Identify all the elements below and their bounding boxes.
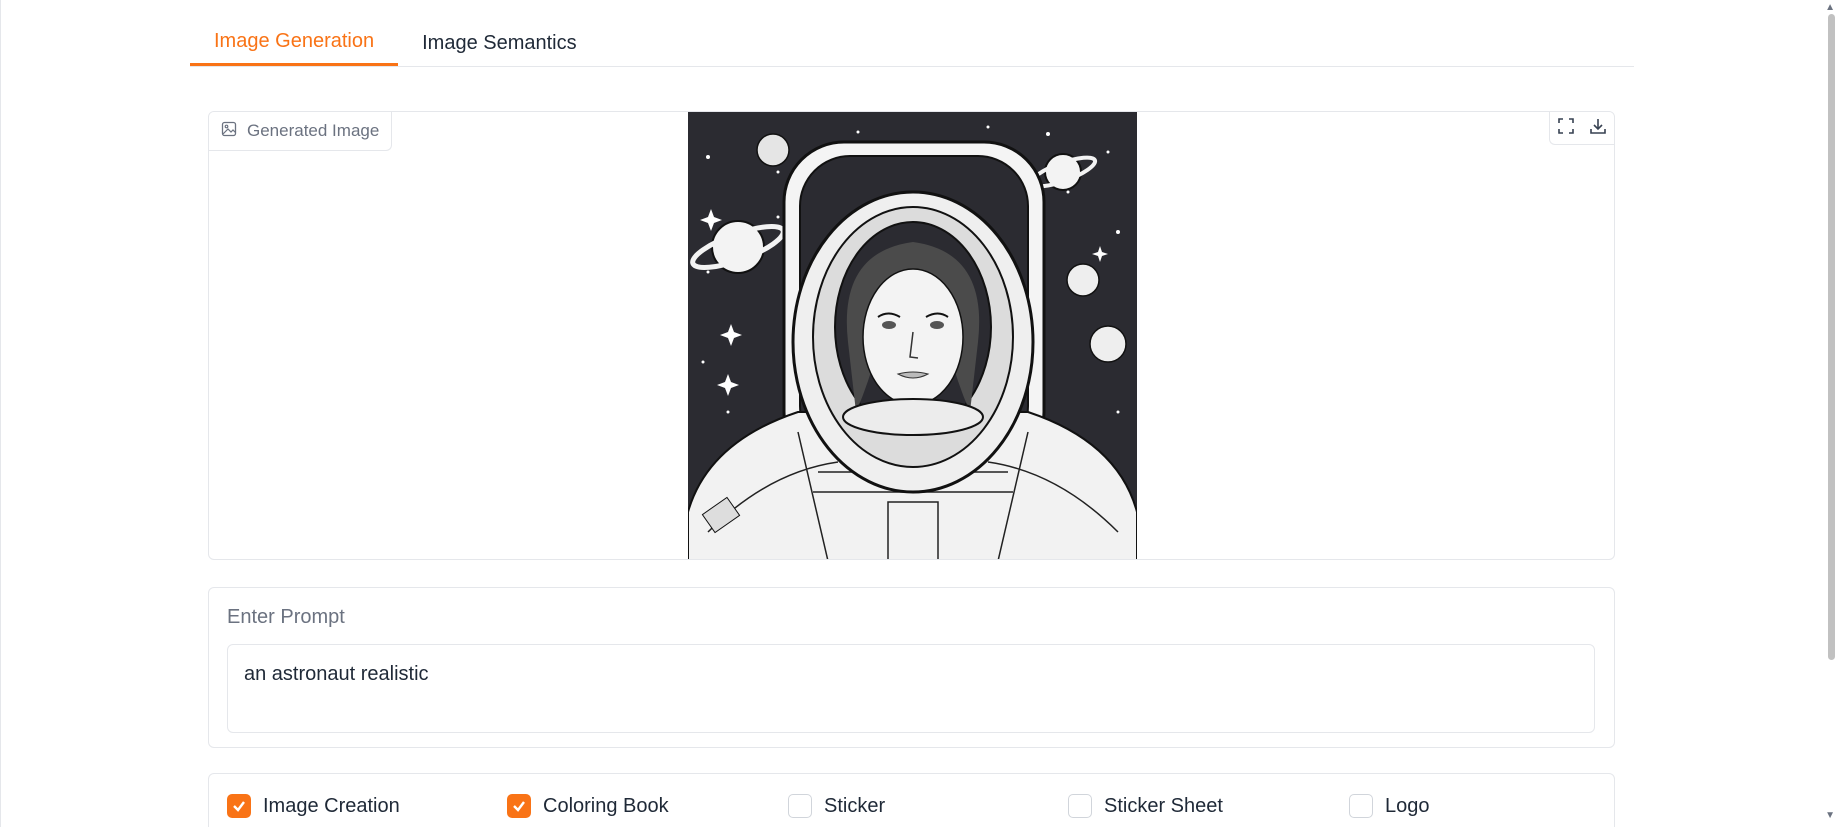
option-label: Sticker [824,794,886,817]
option-image-creation[interactable]: Image Creation [227,792,400,820]
checkbox-sticker[interactable] [788,794,812,818]
left-divider [0,0,1,827]
tab-image-generation[interactable]: Image Generation [190,20,399,66]
app-page: Image Generation Image Semantics Generat… [0,0,1839,827]
image-toolbar [1549,112,1614,145]
option-label: Image Creation [263,794,400,817]
prompt-panel: Enter Prompt [208,587,1615,748]
scroll-down-icon[interactable]: ▼ [1825,810,1835,821]
check-icon [513,801,525,812]
checkbox-coloring-book[interactable] [507,794,531,818]
option-sticker[interactable]: Sticker [788,792,885,820]
checkbox-sticker-sheet[interactable] [1068,794,1092,818]
option-sticker-sheet[interactable]: Sticker Sheet [1068,792,1223,820]
check-icon [233,801,245,812]
tab-image-semantics[interactable]: Image Semantics [398,20,601,66]
checkbox-image-creation[interactable] [227,794,251,818]
prompt-label: Enter Prompt [227,606,345,628]
scroll-thumb[interactable] [1828,14,1835,660]
generated-image-label-text: Generated Image [247,121,380,140]
image-icon [221,121,237,142]
vertical-scrollbar[interactable]: ▲ ▼ [1823,0,1839,827]
fullscreen-button[interactable] [1550,112,1582,144]
prompt-input[interactable] [227,644,1595,733]
options-panel: Image Creation Coloring Book Sticker Sti… [208,773,1615,827]
download-icon [1589,117,1607,140]
checkbox-logo[interactable] [1349,794,1373,818]
option-coloring-book[interactable]: Coloring Book [507,792,669,820]
option-label: Coloring Book [543,794,669,817]
option-logo[interactable]: Logo [1349,792,1430,820]
generated-image [688,112,1137,559]
scroll-up-icon[interactable]: ▲ [1825,2,1835,13]
fullscreen-icon [1557,117,1575,140]
download-button[interactable] [1582,112,1614,144]
generated-image-label: Generated Image [209,112,393,151]
option-label: Logo [1385,794,1430,817]
option-label: Sticker Sheet [1104,794,1223,817]
tab-bar: Image Generation Image Semantics [190,20,1634,67]
generated-image-panel: Generated Image [208,111,1615,560]
